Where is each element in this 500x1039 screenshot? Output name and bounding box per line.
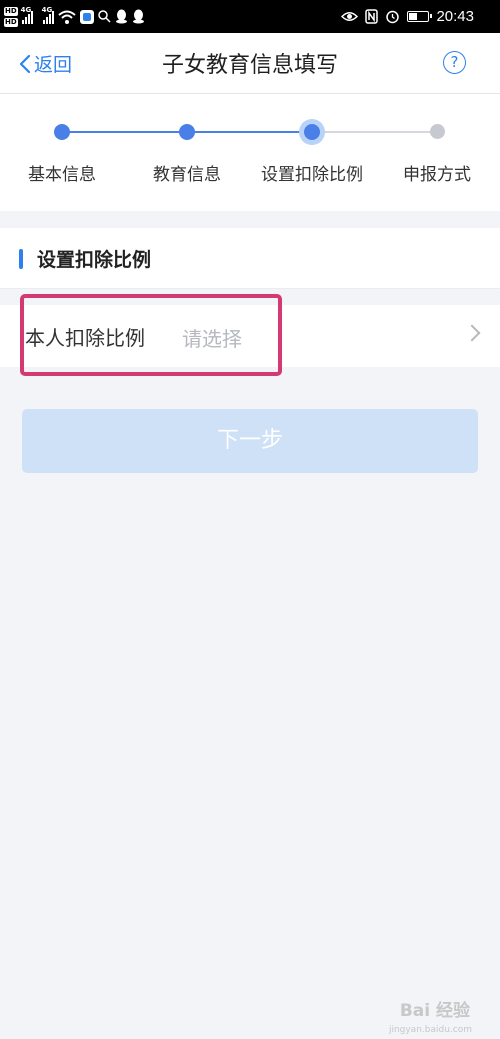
qq-icon [115, 9, 127, 24]
step-dot-1 [54, 124, 70, 140]
chevron-right-icon [463, 324, 481, 342]
step-label-basic-info: 基本信息 [28, 165, 96, 185]
alarm-icon [386, 10, 400, 24]
qq-icon [132, 9, 144, 24]
battery-icon [407, 11, 433, 22]
step-label-declaration-method: 申报方式 [403, 165, 471, 185]
step-dot-3 [304, 124, 320, 140]
signal-icon: 4G [42, 6, 54, 24]
step-label-education-info: 教育信息 [153, 165, 221, 185]
wifi-icon [58, 10, 76, 24]
signal-icon: 4G [21, 6, 33, 24]
section-header: 设置扣除比例 [0, 228, 500, 289]
section-accent-bar [19, 249, 23, 269]
eye-icon [341, 12, 359, 21]
search-icon [97, 10, 111, 23]
hd-badges: HD HD [4, 6, 18, 27]
hd-badge: HD [4, 17, 18, 27]
watermark: Bai 经验 [399, 1001, 470, 1021]
status-time: 20:43 [436, 8, 474, 25]
help-icon[interactable]: ? [443, 51, 466, 74]
nav-bar: 返回 子女教育信息填写 ? [0, 33, 500, 94]
app-icon [79, 9, 94, 24]
step-dot-4 [430, 124, 445, 139]
next-step-button[interactable]: 下一步 [22, 409, 478, 473]
highlight-annotation-box [20, 294, 282, 376]
step-indicator: 基本信息 教育信息 设置扣除比例 申报方式 [0, 94, 500, 211]
hd-badge: HD [4, 6, 18, 16]
step-line-pending [312, 131, 437, 133]
page-title: 子女教育信息填写 [161, 53, 338, 78]
status-bar: HD HD 4G 4G 20:43 [0, 0, 500, 33]
watermark-url: jingyan.baidu.com [388, 1025, 472, 1035]
step-dot-2 [179, 124, 195, 140]
step-label-deduction-ratio: 设置扣除比例 [261, 165, 363, 185]
section-title: 设置扣除比例 [37, 249, 152, 271]
nfc-icon [365, 9, 379, 24]
